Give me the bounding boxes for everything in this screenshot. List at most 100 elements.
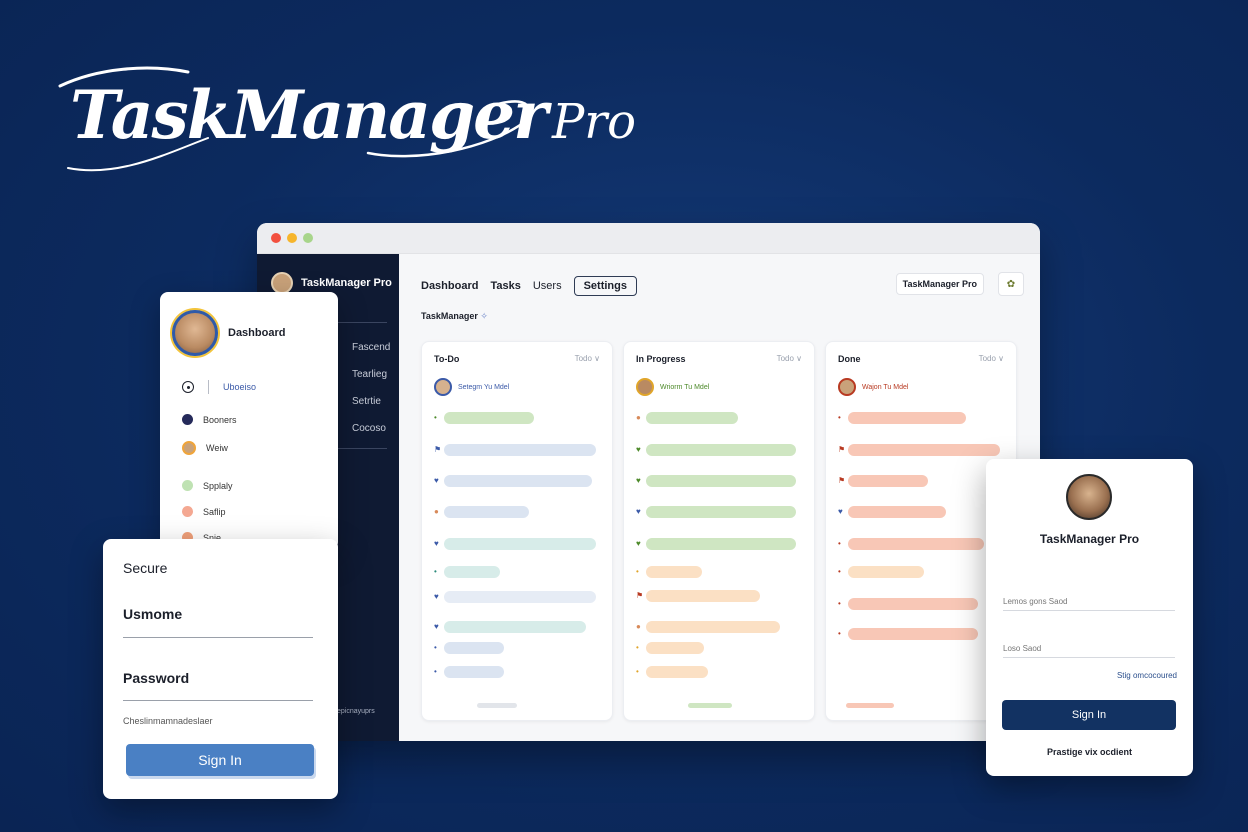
task-row[interactable]: ♥ (434, 475, 604, 487)
task-row[interactable]: • (636, 666, 806, 678)
browser-window: TaskManager Pro Fascend Tearlieg Setrtie… (257, 223, 1040, 741)
column-footer-bar (477, 703, 517, 708)
sidebar-item-1[interactable]: Fascend (352, 342, 390, 353)
menu-item-label: Weiw (206, 443, 228, 453)
nav-tasks[interactable]: Tasks (490, 280, 520, 292)
colorful-badge-icon[interactable]: ✿ (998, 272, 1024, 296)
task-row[interactable]: ⚑ (434, 444, 604, 456)
task-row[interactable]: • (636, 642, 806, 654)
task-row[interactable]: • (434, 566, 604, 578)
avatar (636, 378, 654, 396)
task-row[interactable]: • (636, 566, 806, 578)
task-row[interactable]: ● (636, 621, 806, 633)
assignee[interactable]: Setegm Yu Mdel (434, 378, 509, 396)
task-row[interactable]: ♥ (434, 621, 604, 633)
task-marker-icon: • (434, 413, 437, 422)
section-title: TaskManager ✧ (421, 311, 488, 322)
divider (337, 448, 387, 449)
menu-item-saflip[interactable]: Saflip (182, 506, 226, 517)
column-header: Done Todo ∨ (838, 354, 1004, 364)
column-footer-bar (688, 703, 732, 708)
logo-text: TaskManager Pro (70, 76, 636, 154)
flag-icon: ⚑ (838, 445, 846, 454)
sidebar-brand[interactable]: TaskManager Pro (271, 272, 392, 294)
avatar (838, 378, 856, 396)
menu-item-spplaly[interactable]: Spplaly (182, 480, 233, 491)
task-row[interactable]: ● (636, 412, 806, 424)
column-header: To-Do Todo ∨ (434, 354, 600, 364)
task-marker-icon: • (838, 567, 841, 576)
task-row[interactable]: ♥ (636, 538, 806, 550)
login-card: TaskManager Pro Lemos gons Saod Loso Sao… (986, 459, 1193, 776)
task-marker-icon: ♥ (434, 476, 439, 485)
task-row[interactable]: ⚑ (838, 444, 1008, 456)
task-marker-icon: ♥ (434, 539, 439, 548)
task-marker-icon: ♥ (636, 476, 641, 485)
column-filter-dropdown[interactable]: Todo ∨ (777, 354, 802, 364)
task-row[interactable]: • (434, 642, 604, 654)
nav-settings[interactable]: Settings (573, 276, 637, 296)
account-link[interactable]: Stig omcocoured (1117, 671, 1177, 680)
task-row[interactable]: ♥ (434, 538, 604, 550)
task-row[interactable]: ⚑ (838, 475, 1008, 487)
password-field[interactable]: Loso Saod (1003, 640, 1175, 658)
profile[interactable]: Dashboard (172, 310, 285, 356)
task-marker-icon: • (636, 643, 639, 652)
task-marker-icon: • (838, 629, 841, 638)
sign-in-button[interactable]: Sign In (126, 744, 314, 776)
app-switch-button[interactable]: TaskManager Pro (895, 273, 984, 295)
maximize-window-icon[interactable] (303, 233, 313, 243)
sidebar-item-4[interactable]: Cocoso (352, 423, 390, 434)
task-row[interactable]: • (838, 412, 1008, 424)
helper-text: Cheslinmamnadeslaer (123, 716, 213, 726)
section-title-text: TaskManager (421, 311, 478, 321)
menu-item-booners[interactable]: Booners (182, 414, 237, 425)
nav-users[interactable]: Users (533, 280, 562, 292)
assignee[interactable]: Wriorm Tu Mdel (636, 378, 709, 396)
task-row[interactable]: • (838, 628, 1008, 640)
task-row[interactable]: ♥ (434, 591, 604, 603)
footer-text: Prastige vix ocdient (1046, 747, 1133, 757)
column-filter-dropdown[interactable]: Todo ∨ (575, 354, 600, 364)
task-marker-icon: ♥ (636, 507, 641, 516)
main-content: Dashboard Tasks Users Settings TaskManag… (399, 254, 1040, 741)
flag-icon: ⚑ (636, 591, 644, 600)
task-row[interactable]: ♥ (636, 506, 806, 518)
logo-main: TaskManager (70, 76, 548, 154)
avatar (172, 310, 218, 356)
task-row[interactable]: • (838, 538, 1008, 550)
minimize-window-icon[interactable] (287, 233, 297, 243)
status-dot-icon (182, 480, 193, 491)
sidebar-links: Fascend Tearlieg Setrtie Cocoso (352, 342, 390, 434)
task-row[interactable]: ⚑ (636, 590, 806, 602)
task-marker-icon: ● (636, 413, 641, 422)
task-marker-icon: • (636, 567, 639, 576)
task-row[interactable]: ♥ (838, 506, 1008, 518)
assignee-name: Wriorm Tu Mdel (660, 383, 710, 391)
sidebar-item-2[interactable]: Tearlieg (352, 369, 390, 380)
username-field[interactable] (123, 637, 313, 638)
top-navigation: Dashboard Tasks Users Settings (421, 276, 637, 296)
menu-item-uboeiso[interactable]: Uboeiso (182, 380, 256, 394)
menu-item-label: Spplaly (203, 480, 233, 491)
task-row[interactable]: ● (434, 506, 604, 518)
task-row[interactable]: • (838, 598, 1008, 610)
sign-in-button[interactable]: Sign In (1002, 700, 1176, 730)
column-filter-dropdown[interactable]: Todo ∨ (979, 354, 1004, 364)
assignee[interactable]: Wajon Tu Mdel (838, 378, 908, 396)
close-window-icon[interactable] (271, 233, 281, 243)
avatar (271, 272, 293, 294)
nav-dashboard[interactable]: Dashboard (421, 280, 478, 292)
sidebar-footer: epicnayuprs (337, 708, 375, 715)
avatar (434, 378, 452, 396)
task-row[interactable]: ♥ (636, 475, 806, 487)
task-row[interactable]: • (434, 412, 604, 424)
task-row[interactable]: • (838, 566, 1008, 578)
password-field[interactable] (123, 700, 313, 701)
task-row[interactable]: ♥ (636, 444, 806, 456)
task-row[interactable]: • (434, 666, 604, 678)
column-title: To-Do (434, 354, 460, 364)
menu-item-weiw[interactable]: Weiw (182, 441, 228, 455)
sidebar-item-3[interactable]: Setrtie (352, 396, 390, 407)
email-field[interactable]: Lemos gons Saod (1003, 593, 1175, 611)
